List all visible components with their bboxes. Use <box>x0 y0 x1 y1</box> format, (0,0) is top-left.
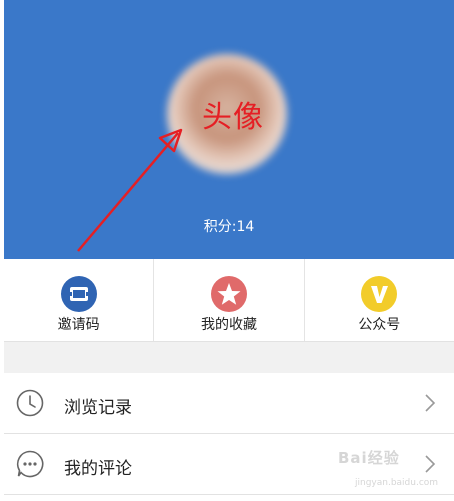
ticket-icon <box>60 276 97 312</box>
quick-actions-bar: 邀请码 我的收藏 公众号 <box>4 259 454 341</box>
comment-icon <box>16 450 44 478</box>
star-icon <box>210 276 247 312</box>
chevron-right-icon <box>425 455 436 473</box>
watermark: Bai经验 <box>338 449 400 467</box>
favorites-button[interactable]: 我的收藏 <box>153 259 303 341</box>
official-account-label: 公众号 <box>358 317 401 333</box>
invite-code-button[interactable]: 邀请码 <box>4 259 153 341</box>
invite-code-label: 邀请码 <box>57 317 100 333</box>
clock-icon <box>16 389 44 417</box>
menu-item-history[interactable]: 浏览记录 <box>4 373 454 434</box>
menu-item-label: 浏览记录 <box>64 398 132 418</box>
watermark-url: jingyan.baidu.com <box>355 478 439 488</box>
v-icon <box>361 276 398 312</box>
menu-item-label: 我的评论 <box>64 459 132 479</box>
chevron-right-icon <box>425 394 436 412</box>
official-account-button[interactable]: 公众号 <box>303 259 454 341</box>
section-divider <box>4 341 454 374</box>
favorites-label: 我的收藏 <box>200 317 257 333</box>
